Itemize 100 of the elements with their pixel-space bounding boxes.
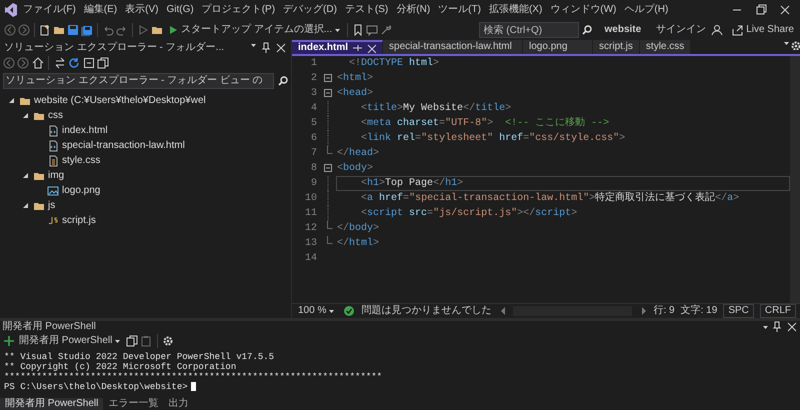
tree-item[interactable]: website (C:¥Users¥thelo¥Desktop¥wel xyxy=(34,95,206,107)
folder-icon xyxy=(33,110,45,122)
bookmark-icon[interactable] xyxy=(352,24,364,36)
terminal-line: ** Visual Studio 2022 Developer PowerShell v17.5.5 xyxy=(3,352,276,362)
issues-status: 問題は見つかりませんでした xyxy=(361,305,492,317)
settings-icon[interactable] xyxy=(790,40,800,50)
wrench-icon[interactable] xyxy=(380,24,392,36)
panel-tab[interactable]: エラー一覧 xyxy=(103,398,164,410)
tree-item[interactable]: script.js xyxy=(62,215,96,227)
code-line: <link rel="stylesheet" href="css/style.css"> xyxy=(360,132,626,146)
menu-item[interactable]: 編集(E) xyxy=(80,3,120,17)
plus-icon[interactable] xyxy=(2,335,14,347)
fold-toggle-icon[interactable] xyxy=(324,89,332,97)
line-number: 9 xyxy=(310,177,318,191)
filter-field[interactable]: ソリューション エクスプローラー - フォルダー ビュー の xyxy=(2,72,274,88)
fold-toggle-icon[interactable] xyxy=(324,74,332,82)
sign-in-link[interactable]: サインイン xyxy=(653,23,710,37)
panel-title: 開発者用 PowerShell xyxy=(2,321,97,333)
caret-icon[interactable] xyxy=(250,42,257,49)
menu-item[interactable]: 分析(N) xyxy=(393,3,434,17)
close-icon[interactable] xyxy=(366,43,376,53)
terminal-line: ** Copyright (c) 2022 Microsoft Corporation xyxy=(3,362,236,372)
profile-dropdown[interactable]: 開発者用 PowerShell xyxy=(17,333,124,349)
back-icon[interactable] xyxy=(2,57,14,69)
refresh-icon[interactable] xyxy=(68,57,80,69)
menu-item[interactable]: ヘルプ(H) xyxy=(621,3,672,17)
sync-icon[interactable] xyxy=(54,57,66,69)
tree-item[interactable]: index.html xyxy=(62,125,108,137)
search-icon[interactable] xyxy=(276,74,288,86)
home-icon[interactable] xyxy=(32,57,44,69)
tree-item[interactable]: css xyxy=(48,110,63,122)
settings-icon[interactable] xyxy=(162,335,174,347)
caret-icon xyxy=(114,338,122,344)
zoom-dropdown[interactable]: 100 % xyxy=(296,303,338,319)
menu-item[interactable]: 拡張機能(X) xyxy=(486,3,546,17)
folder-icon[interactable] xyxy=(53,24,65,36)
image-file-icon xyxy=(47,185,59,197)
terminal-line: ********************************************************************** xyxy=(3,372,384,382)
line-number: 3 xyxy=(310,87,318,101)
editor-tab[interactable]: style.css xyxy=(640,40,692,54)
panel-tab[interactable]: 出力 xyxy=(163,398,194,410)
menu-item[interactable]: ファイル(F) xyxy=(20,3,79,17)
caret-icon[interactable] xyxy=(783,40,790,47)
close-icon[interactable] xyxy=(779,4,791,16)
folder-icon[interactable] xyxy=(151,24,163,36)
panel-tab[interactable]: 開発者用 PowerShell xyxy=(0,398,104,410)
menu-item[interactable]: Git(G) xyxy=(163,3,197,17)
code-line: <!DOCTYPE html> xyxy=(348,56,440,71)
person-icon[interactable] xyxy=(711,24,724,36)
menu-item[interactable]: プロジェクト(P) xyxy=(198,3,278,17)
redo-icon[interactable] xyxy=(116,24,128,36)
menu-item[interactable]: ウィンドウ(W) xyxy=(547,3,620,17)
new-project-icon[interactable] xyxy=(39,24,51,36)
tree-item[interactable]: special-transaction-law.html xyxy=(62,140,185,152)
menu-item[interactable]: 表示(V) xyxy=(122,3,162,17)
folder-icon xyxy=(19,95,31,107)
editor-tab[interactable]: script.js xyxy=(593,40,640,54)
close-icon[interactable] xyxy=(786,321,798,333)
tree-item[interactable]: style.css xyxy=(62,155,100,167)
menu-item[interactable]: ツール(T) xyxy=(435,3,484,17)
column-indicator: 文字: 19 xyxy=(680,305,718,317)
forward-icon[interactable] xyxy=(18,24,30,36)
search-icon[interactable] xyxy=(580,24,592,36)
line-number: 11 xyxy=(304,207,318,221)
whitespace-indicator[interactable]: SPC xyxy=(723,304,754,318)
save-all-icon[interactable] xyxy=(81,24,93,36)
caret-icon[interactable] xyxy=(762,324,768,330)
tree-item[interactable]: js xyxy=(48,200,56,212)
editor-tab[interactable]: special-transaction-law.html xyxy=(383,40,524,54)
code-line: <meta charset="UTF-8"> <!-- ここに移動 --> xyxy=(360,116,610,131)
folder-icon xyxy=(33,170,45,182)
close-icon[interactable] xyxy=(275,42,287,54)
html-file-icon xyxy=(47,125,59,137)
back-icon[interactable] xyxy=(4,24,16,36)
scrollbar[interactable] xyxy=(790,56,800,303)
copy-icon[interactable] xyxy=(97,57,109,69)
line-indicator: 行: 9 xyxy=(654,305,675,317)
collapse-icon[interactable] xyxy=(82,57,94,69)
fold-toggle-icon[interactable] xyxy=(324,164,332,172)
save-icon[interactable] xyxy=(67,24,79,36)
line-number: 2 xyxy=(310,72,318,86)
tree-item[interactable]: img xyxy=(48,170,64,182)
comment-icon[interactable] xyxy=(366,24,378,36)
undo-icon[interactable] xyxy=(102,24,114,36)
live-share-button[interactable]: Live Share xyxy=(730,22,796,38)
copy-icon[interactable] xyxy=(126,335,138,347)
code-line: <head> xyxy=(336,86,374,101)
menu-item[interactable]: テスト(S) xyxy=(342,3,392,17)
code-line: <html> xyxy=(336,72,374,86)
search-field[interactable]: 検索 (Ctrl+Q) xyxy=(478,22,578,38)
restore-icon[interactable] xyxy=(755,4,767,16)
line-number: 6 xyxy=(310,132,318,146)
menu-item[interactable]: デバッグ(D) xyxy=(280,3,340,17)
line-number: 7 xyxy=(310,147,318,161)
panel-title: ソリューション エクスプローラー - フォルダー... xyxy=(4,42,225,54)
editor-tab[interactable]: logo.png xyxy=(523,40,594,54)
editor-tab[interactable]: index.html xyxy=(292,40,384,54)
start-button[interactable]: スタートアップ アイテムの選択... xyxy=(165,22,344,38)
tree-item[interactable]: logo.png xyxy=(62,185,100,197)
line-ending-indicator[interactable]: CRLF xyxy=(760,304,796,318)
